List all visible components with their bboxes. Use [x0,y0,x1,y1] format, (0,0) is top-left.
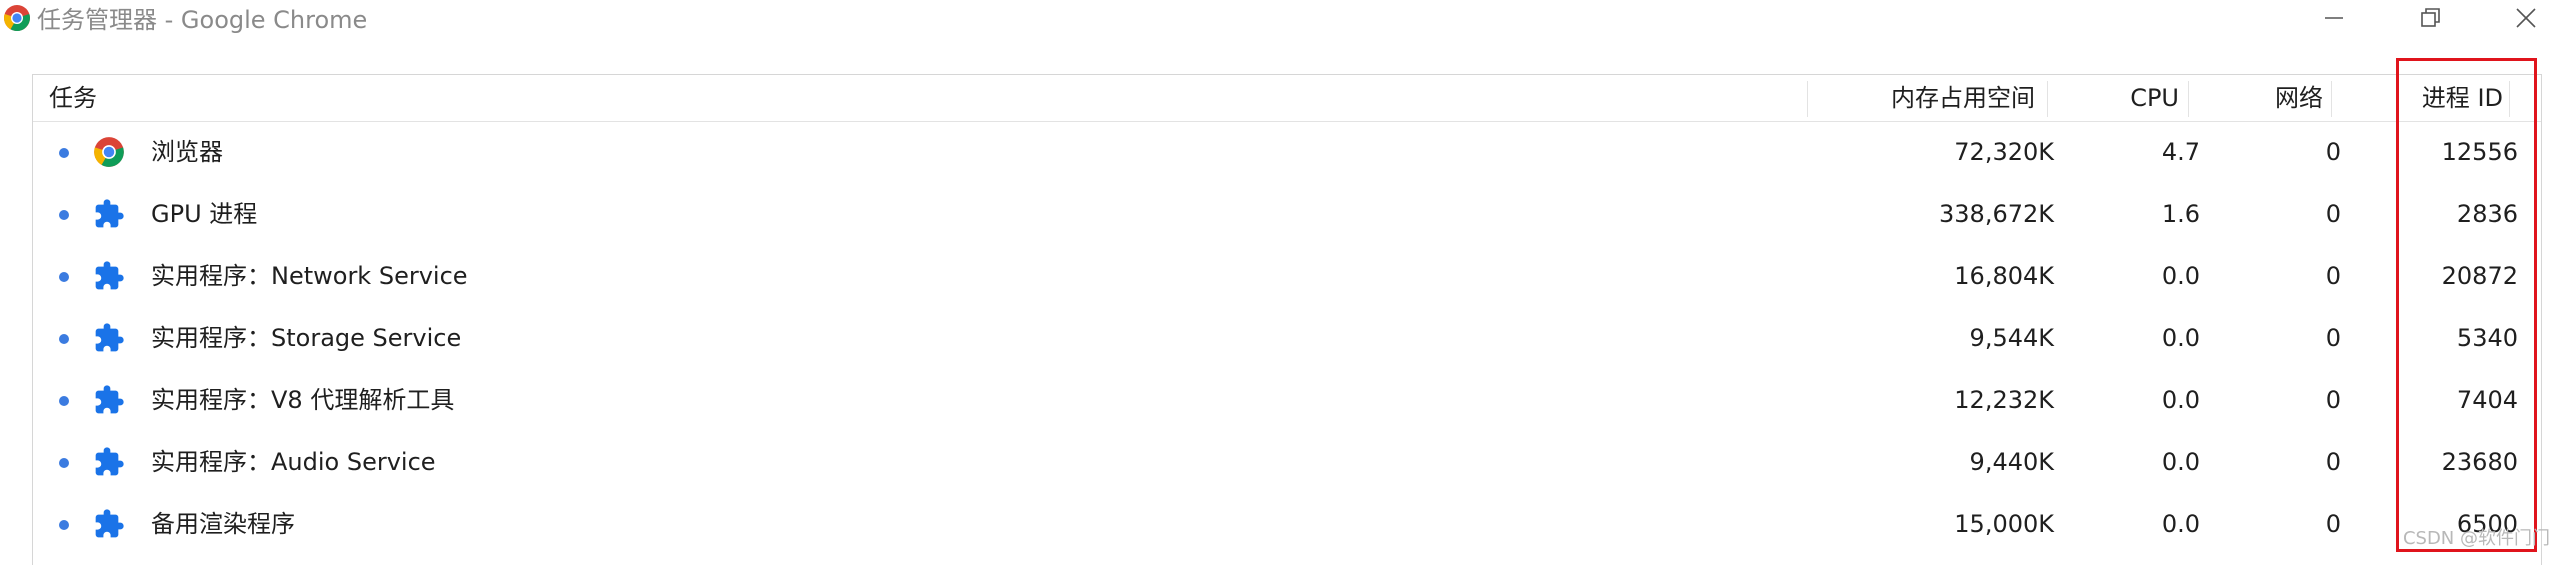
column-divider[interactable] [2331,81,2332,117]
row-bullet [59,148,69,158]
pid-value: 2836 [2456,200,2518,228]
pid-value: 23680 [2441,448,2518,476]
table-row[interactable]: 实用程序：Network Service 16,804K 0.0 0 20872 [33,245,2541,307]
table-row[interactable]: 实用程序：Audio Service 9,440K 0.0 0 23680 [33,431,2541,493]
cpu-value: 0.0 [2161,510,2200,538]
title-bar: 任务管理器 - Google Chrome [0,0,2560,40]
cpu-value: 0.0 [2161,324,2200,352]
row-bullet [59,396,69,406]
pid-value: 5340 [2456,324,2518,352]
network-value: 0 [2325,386,2341,414]
task-name: 实用程序：Storage Service [151,324,462,352]
table-row[interactable]: 备用渲染程序 15,000K 0.0 0 6500 [33,493,2541,555]
task-name: 实用程序：Network Service [151,262,468,290]
network-value: 0 [2325,448,2341,476]
puzzle-piece-icon [95,199,124,228]
minimize-button[interactable] [2294,0,2374,36]
network-value: 0 [2325,200,2341,228]
cpu-value: 0.0 [2161,448,2200,476]
puzzle-piece-icon [95,385,124,414]
column-header-memory[interactable]: 内存占用空间 [1891,75,2035,121]
task-name: 备用渲染程序 [151,510,295,538]
watermark: CSDN @软件门门 [2402,528,2550,549]
task-table: 任务 内存占用空间 CPU 网络 进程 ID 浏览器 72,320K 4.7 0… [32,74,2542,565]
memory-value: 338,672K [1939,200,2054,228]
close-button[interactable] [2486,0,2560,36]
puzzle-piece-icon [95,509,124,538]
chrome-logo-icon [94,137,124,167]
table-row[interactable]: 实用程序：V8 代理解析工具 12,232K 0.0 0 7404 [33,369,2541,431]
network-value: 0 [2325,138,2341,166]
cpu-value: 0.0 [2161,386,2200,414]
cpu-value: 1.6 [2161,200,2200,228]
table-row[interactable]: 实用程序：Storage Service 9,544K 0.0 0 5340 [33,307,2541,369]
column-header-pid[interactable]: 进程 ID [2422,75,2503,121]
window-title: 任务管理器 - Google Chrome [37,6,368,34]
minimize-icon [2325,17,2343,19]
column-divider[interactable] [2047,81,2048,117]
task-name: 实用程序：Audio Service [151,448,436,476]
memory-value: 15,000K [1954,510,2054,538]
close-icon [2516,8,2536,28]
column-divider[interactable] [2188,81,2189,117]
task-name: 实用程序：V8 代理解析工具 [151,386,455,414]
memory-value: 72,320K [1954,138,2054,166]
table-row[interactable]: 浏览器 72,320K 4.7 0 12556 [33,121,2541,183]
column-header-task[interactable]: 任务 [49,75,97,121]
column-divider[interactable] [2509,81,2510,117]
task-name: GPU 进程 [151,200,258,228]
network-value: 0 [2325,510,2341,538]
pid-value: 20872 [2441,262,2518,290]
row-bullet [59,272,69,282]
network-value: 0 [2325,262,2341,290]
task-name: 浏览器 [151,138,223,166]
puzzle-piece-icon [95,261,124,290]
cpu-value: 0.0 [2161,262,2200,290]
row-bullet [59,334,69,344]
restore-icon [2421,8,2440,27]
column-divider[interactable] [1807,81,1808,117]
row-bullet [59,210,69,220]
chrome-logo-icon [4,5,30,32]
pid-value: 7404 [2456,386,2518,414]
pid-value: 12556 [2441,138,2518,166]
restore-button[interactable] [2390,0,2470,36]
column-header-network[interactable]: 网络 [2275,75,2323,121]
row-bullet [59,458,69,468]
puzzle-piece-icon [95,323,124,352]
row-bullet [59,520,69,530]
memory-value: 9,544K [1969,324,2054,352]
network-value: 0 [2325,324,2341,352]
table-header: 任务 内存占用空间 CPU 网络 进程 ID [33,75,2541,122]
table-row[interactable]: GPU 进程 338,672K 1.6 0 2836 [33,183,2541,245]
cpu-value: 4.7 [2161,138,2200,166]
puzzle-piece-icon [95,447,124,476]
memory-value: 16,804K [1954,262,2054,290]
memory-value: 9,440K [1969,448,2054,476]
column-header-cpu[interactable]: CPU [2130,75,2179,121]
memory-value: 12,232K [1954,386,2054,414]
